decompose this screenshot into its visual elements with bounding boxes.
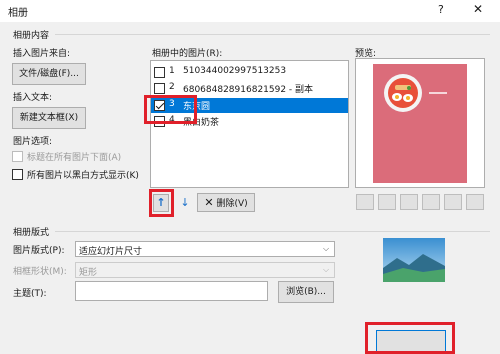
picture-name: 510344002997513253 bbox=[183, 66, 287, 76]
pictures-list-label: 相册中的图片(R): bbox=[152, 49, 223, 59]
food-photo bbox=[384, 74, 422, 112]
contrast-down-button[interactable] bbox=[422, 194, 440, 210]
window-title: 相册 bbox=[8, 8, 28, 19]
brightness-down-button[interactable] bbox=[466, 194, 484, 210]
picture-checkbox[interactable] bbox=[154, 83, 165, 94]
divider bbox=[55, 231, 490, 232]
title-bar: 相册 ? ✕ bbox=[0, 0, 500, 22]
preview-frame bbox=[355, 58, 485, 188]
frame-select[interactable]: 矩形 ⌵ bbox=[75, 262, 335, 278]
frame-value: 矩形 bbox=[79, 268, 98, 278]
picture-options-label: 图片选项: bbox=[13, 137, 53, 147]
rotate-left-button[interactable] bbox=[356, 194, 374, 210]
insert-text-label: 插入文本: bbox=[13, 93, 53, 103]
new-textbox-button[interactable]: 新建文本框(X) bbox=[12, 107, 86, 129]
theme-input[interactable] bbox=[75, 281, 268, 301]
album-layout-group-label: 相册版式 bbox=[13, 228, 50, 238]
browse-button[interactable]: 浏览(B)... bbox=[278, 281, 334, 303]
layout-label: 图片版式(P): bbox=[13, 246, 65, 256]
theme-label: 主题(T): bbox=[13, 289, 47, 299]
layout-preview-thumbnail bbox=[383, 238, 445, 282]
move-down-button[interactable]: ↓ bbox=[177, 194, 193, 212]
preview-slide bbox=[373, 64, 467, 183]
all-bw-label: 所有图片以黑白方式显示(K) bbox=[27, 171, 139, 181]
brightness-up-button[interactable] bbox=[444, 194, 462, 210]
caption-below-label: 标题在所有图片下面(A) bbox=[27, 153, 122, 163]
chevron-down-icon: ⌵ bbox=[322, 265, 330, 274]
slide-caption bbox=[429, 92, 447, 94]
file-disk-button[interactable]: 文件/磁盘(F)... bbox=[12, 63, 86, 85]
picture-checkbox[interactable] bbox=[154, 67, 165, 78]
rotate-right-button[interactable] bbox=[378, 194, 396, 210]
all-bw-checkbox[interactable] bbox=[12, 169, 23, 180]
delete-button[interactable]: ✕ 删除(V) bbox=[197, 193, 255, 212]
highlight-box bbox=[149, 189, 174, 217]
arrow-down-icon: ↓ bbox=[180, 196, 190, 209]
picture-number: 1 bbox=[169, 66, 175, 76]
delete-label: 删除(V) bbox=[216, 199, 248, 209]
picture-number: 2 bbox=[169, 82, 175, 92]
insert-from-label: 插入图片来自: bbox=[13, 49, 71, 59]
chevron-down-icon: ⌵ bbox=[322, 244, 330, 253]
divider bbox=[55, 34, 490, 35]
highlight-box bbox=[365, 322, 455, 354]
pictures-list[interactable]: 1 510344002997513253 2 68068482891682159… bbox=[150, 60, 349, 188]
layout-select[interactable]: 适应幻灯片尺寸 ⌵ bbox=[75, 241, 335, 257]
close-icon[interactable]: ✕ bbox=[473, 2, 483, 16]
frame-label: 相框形状(M): bbox=[13, 267, 67, 277]
contrast-up-button[interactable] bbox=[400, 194, 418, 210]
highlight-box bbox=[144, 95, 197, 124]
caption-below-checkbox[interactable] bbox=[12, 151, 23, 162]
help-button[interactable]: ? bbox=[438, 3, 444, 16]
list-item[interactable]: 2 680684828916821592 - 副本 bbox=[151, 81, 348, 96]
layout-value: 适应幻灯片尺寸 bbox=[79, 247, 143, 257]
list-item[interactable]: 1 510344002997513253 bbox=[151, 65, 348, 80]
delete-icon: ✕ bbox=[204, 196, 214, 209]
album-content-group-label: 相册内容 bbox=[13, 31, 50, 41]
picture-name: 680684828916821592 - 副本 bbox=[183, 85, 314, 95]
